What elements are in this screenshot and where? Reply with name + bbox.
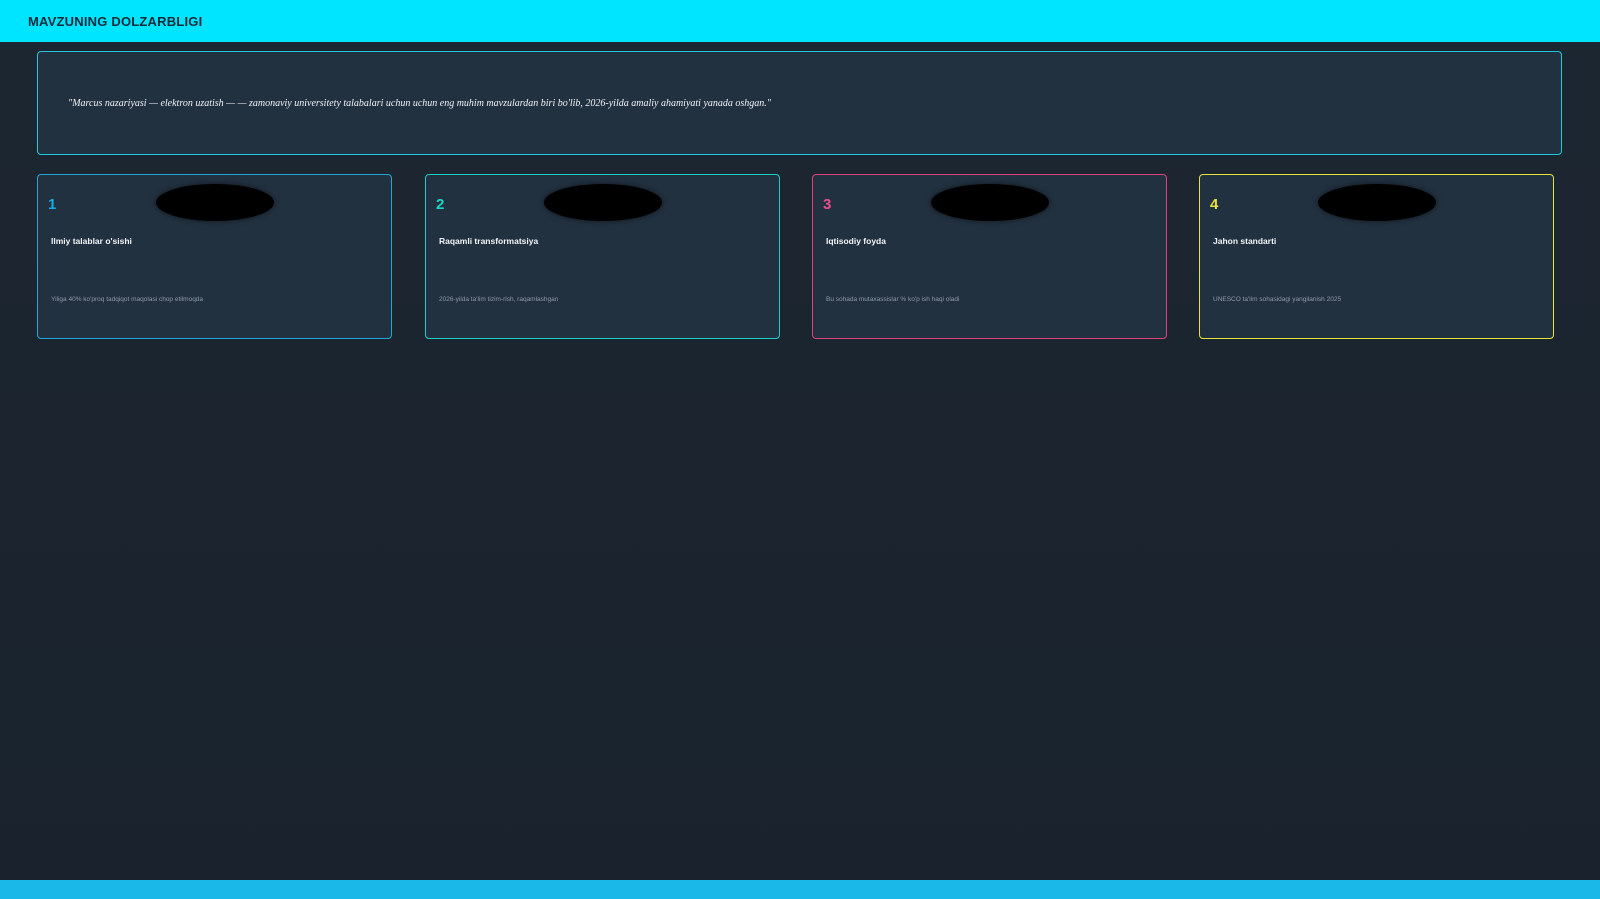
card-title: Raqamli transformatsiya xyxy=(439,236,539,246)
card-image-placeholder xyxy=(544,184,662,221)
card-1: 1 Ilmiy talablar o'sishi Yiliga 40% ko'p… xyxy=(37,174,392,339)
card-description: 2026-yilda ta'lim tizim-rlsh, raqamlashg… xyxy=(439,296,559,303)
card-image-placeholder xyxy=(156,184,274,221)
card-number: 1 xyxy=(48,196,57,213)
card-title: Ilmiy talablar o'sishi xyxy=(51,236,132,246)
card-title: Jahon standarti xyxy=(1213,236,1277,246)
quote-text: "Marcus nazariyasi — elektron uzatish — … xyxy=(68,97,771,109)
card-title: Iqtisodiy foyda xyxy=(826,236,886,246)
card-4: 4 Jahon standarti UNESCO ta'lim sohasida… xyxy=(1199,174,1554,339)
card-number: 4 xyxy=(1210,196,1219,213)
card-number: 3 xyxy=(823,196,832,213)
bottom-bar xyxy=(0,880,1600,899)
card-2: 2 Raqamli transformatsiya 2026-yilda ta'… xyxy=(425,174,780,339)
card-description: UNESCO ta'lim sohasidagi yangilanish 202… xyxy=(1213,296,1342,303)
card-image-placeholder xyxy=(931,184,1049,221)
page-title: MAVZUNING DOLZARBLIGI xyxy=(28,13,203,29)
card-3: 3 Iqtisodiy foyda Bu sohada mutaxassisla… xyxy=(812,174,1167,339)
top-bar: MAVZUNING DOLZARBLIGI xyxy=(0,0,1600,42)
slide-page: MAVZUNING DOLZARBLIGI "Marcus nazariyasi… xyxy=(0,0,1600,899)
card-description: Yiliga 40% ko'proq tadqiqot maqolasi cho… xyxy=(51,296,204,303)
quote-box: "Marcus nazariyasi — elektron uzatish — … xyxy=(37,51,1562,155)
card-description: Bu sohada mutaxassislar % ko'p ish haqi … xyxy=(826,296,960,303)
card-number: 2 xyxy=(436,196,445,213)
card-image-placeholder xyxy=(1318,184,1436,221)
